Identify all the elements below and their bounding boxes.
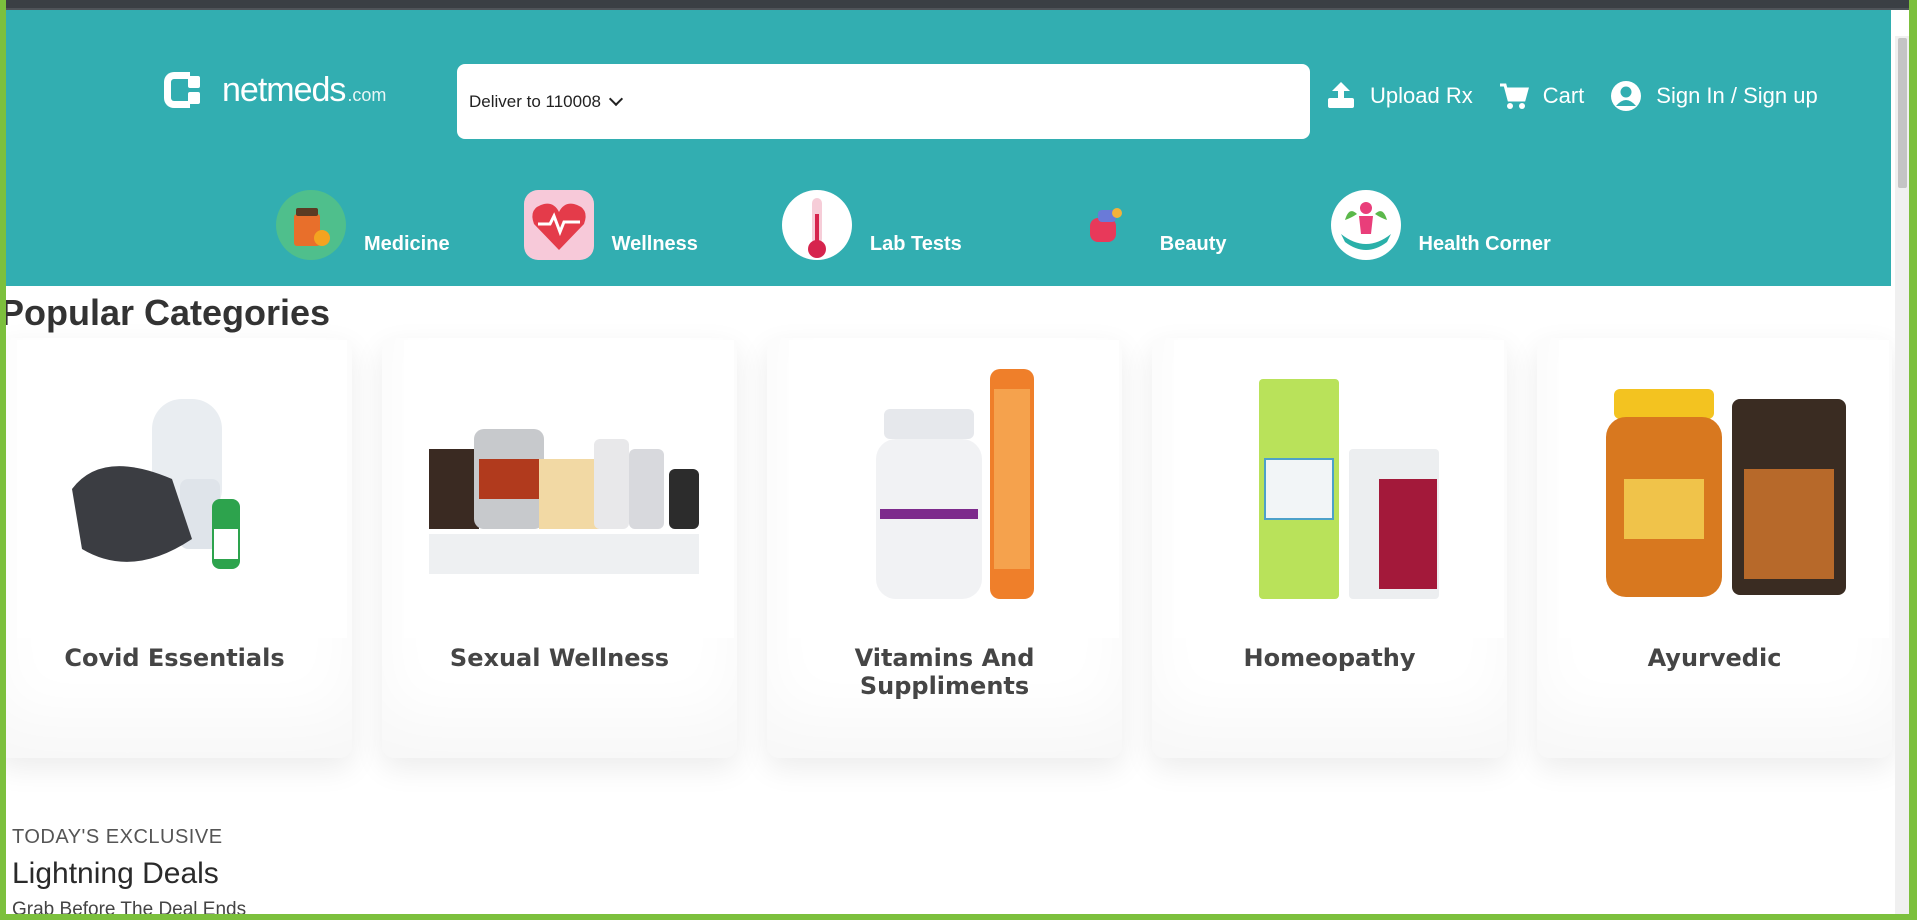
popular-categories-title: Popular Categories: [0, 292, 331, 333]
category-card-vitamins[interactable]: Vitamins And Suppliments: [767, 338, 1122, 758]
nav-medicine-label: Medicine: [364, 233, 450, 255]
header-actions: Upload Rx Cart Sign In / Sign up: [1326, 80, 1844, 112]
site-header: netmeds .com Deliver to 110008 Upload Rx: [6, 10, 1891, 286]
logo-text: netmeds: [222, 70, 346, 109]
category-card-ayurvedic[interactable]: Ayurvedic: [1537, 338, 1892, 758]
nav-wellness-label: Wellness: [611, 233, 698, 255]
nav-medicine[interactable]: Medicine: [276, 190, 450, 260]
cart-icon: [1499, 83, 1529, 109]
nav-lab-tests[interactable]: Lab Tests: [781, 190, 962, 260]
vitamins-image: [789, 340, 1119, 638]
wellness-heart-icon: [523, 190, 594, 260]
category-card-label: Sexual Wellness: [449, 644, 670, 672]
browser-top-strip: [0, 0, 1917, 10]
scrollbar-thumb[interactable]: [1898, 38, 1907, 188]
horizontal-scrollbar-thumb[interactable]: [6, 914, 1831, 920]
horizontal-scrollbar[interactable]: [0, 914, 1917, 920]
upload-icon: [1328, 82, 1354, 108]
sexual-wellness-image: [404, 340, 734, 638]
user-icon: [1611, 81, 1642, 111]
category-card-label: Vitamins And Suppliments: [854, 644, 1035, 700]
search-bar[interactable]: Deliver to 110008: [457, 64, 1310, 139]
category-card-label: Ayurvedic: [1647, 644, 1782, 672]
thermometer-icon: [781, 190, 852, 260]
sign-in-button[interactable]: Sign In / Sign up: [1610, 80, 1818, 112]
nav-health-corner-label: Health Corner: [1418, 233, 1551, 255]
nav-health-corner[interactable]: Health Corner: [1330, 190, 1551, 260]
category-card-sexual-wellness[interactable]: Sexual Wellness: [382, 338, 737, 758]
upload-rx-button[interactable]: Upload Rx: [1326, 82, 1473, 110]
chevron-down-icon: [608, 91, 624, 106]
covid-essentials-image: [17, 340, 347, 638]
homeopathy-image: [1174, 340, 1504, 638]
deliver-to-pincode[interactable]: Deliver to 110008: [469, 91, 624, 112]
logo-suffix: .com: [347, 84, 387, 105]
lightning-deals-section: TODAY'S EXCLUSIVE Lightning Deals Grab B…: [12, 826, 246, 920]
category-nav: Medicine Wellness Lab Tests Beauty Healt…: [276, 190, 1551, 260]
cart-button[interactable]: Cart: [1499, 82, 1585, 110]
cart-label: Cart: [1542, 83, 1585, 108]
beauty-icon: [1072, 190, 1142, 260]
nav-beauty[interactable]: Beauty: [1072, 190, 1227, 260]
netmeds-logo-icon: [164, 70, 212, 110]
nav-beauty-label: Beauty: [1159, 233, 1227, 255]
category-card-label: Homeopathy: [1243, 644, 1416, 672]
upload-rx-label: Upload Rx: [1370, 83, 1473, 108]
category-card-covid-essentials[interactable]: Covid Essentials: [0, 338, 352, 758]
netmeds-logo[interactable]: netmeds .com: [164, 70, 386, 110]
category-card-homeopathy[interactable]: Homeopathy: [1152, 338, 1507, 758]
deals-title: Lightning Deals: [12, 857, 219, 890]
vertical-scrollbar[interactable]: [1895, 36, 1909, 920]
sign-in-label: Sign In / Sign up: [1656, 83, 1818, 108]
deals-subtitle: TODAY'S EXCLUSIVE: [12, 826, 223, 848]
health-corner-icon: [1330, 190, 1401, 260]
ayurvedic-image: [1559, 340, 1889, 638]
nav-wellness[interactable]: Wellness: [523, 190, 698, 260]
medicine-icon: [276, 190, 346, 260]
nav-lab-tests-label: Lab Tests: [869, 233, 962, 255]
category-card-label: Covid Essentials: [64, 644, 285, 672]
deliver-label: Deliver to 110008: [469, 91, 601, 111]
